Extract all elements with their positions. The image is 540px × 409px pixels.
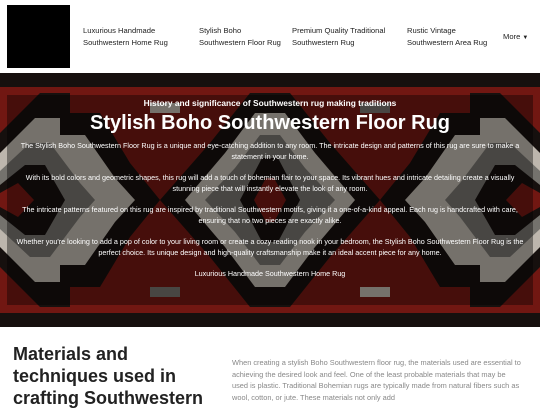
section-body: When creating a stylish Boho Southwester…	[232, 358, 521, 402]
chevron-down-icon: ▼	[522, 35, 529, 41]
nav-item-label-line2: Southwestern Area Rug	[407, 38, 488, 47]
hero-title: Stylish Boho Southwestern Floor Rug	[90, 112, 450, 134]
section-title: Materials and techniques used in craftin…	[13, 344, 204, 408]
hero-link[interactable]: Luxurious Handmade Southwestern Home Rug	[9, 268, 531, 279]
nav-item-label-line2: Southwestern Rug	[292, 38, 355, 47]
nav-item-label-line2: Southwestern Home Rug	[83, 38, 168, 47]
nav-item-label-line2: Southwestern Floor Rug	[199, 38, 281, 47]
nav-item-stylish-boho[interactable]: Stylish Boho Southwestern Floor Rug	[199, 25, 281, 49]
site-header: Luxurious Handmade Southwestern Home Rug…	[0, 0, 540, 73]
hero-paragraph: Whether you're looking to add a pop of c…	[16, 237, 524, 257]
nav-item-label-line1: Luxurious Handmade	[83, 26, 156, 35]
hero-content: History and significance of Southwestern…	[9, 97, 531, 279]
nav-item-label-line1: Stylish Boho	[199, 26, 242, 35]
nav-item-rustic-vintage[interactable]: Rustic Vintage Southwestern Area Rug	[407, 25, 487, 49]
site-logo[interactable]	[7, 5, 70, 68]
nav-item-luxurious-handmade[interactable]: Luxurious Handmade Southwestern Home Rug	[83, 25, 168, 49]
hero-banner: History and significance of Southwestern…	[0, 73, 540, 327]
nav-item-label-line1: Rustic Vintage	[407, 26, 456, 35]
nav-item-label-line1: Premium Quality Traditional	[292, 26, 386, 35]
nav-more-dropdown[interactable]: More ▼	[503, 32, 528, 41]
nav-item-premium-quality[interactable]: Premium Quality Traditional Southwestern…	[292, 25, 385, 49]
hero-kicker: History and significance of Southwestern…	[143, 98, 397, 108]
hero-paragraph: The intricate patterns featured on this …	[22, 205, 518, 225]
nav-more-label: More	[503, 32, 521, 41]
hero-paragraph: The Stylish Boho Southwestern Floor Rug …	[20, 141, 520, 161]
hero-paragraph: With its bold colors and geometric shape…	[25, 173, 515, 193]
